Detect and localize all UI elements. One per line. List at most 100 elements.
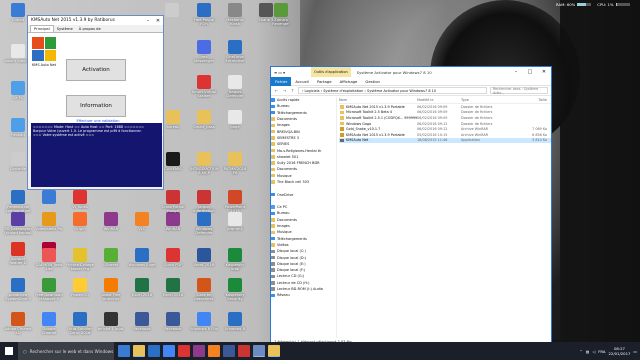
up-icon[interactable]: ↑ [290, 88, 295, 93]
nav-item[interactable]: Réseau [271, 292, 336, 298]
desktop-icon[interactable]: Free Pascal FOR [190, 3, 218, 37]
desktop-icon[interactable]: Windows Edge [128, 248, 156, 282]
ribbon-tab-gestion[interactable]: Gestion [361, 77, 384, 86]
ribbon-tab-partage[interactable]: Partage [313, 77, 336, 86]
desktop-icon[interactable]: Google Chrome [35, 312, 63, 346]
tab-principal[interactable]: Principal [30, 25, 54, 32]
maximize-icon[interactable]: □ [523, 69, 537, 75]
close-icon[interactable]: ✕ [537, 69, 551, 75]
app-icon [228, 75, 242, 89]
desktop-icon[interactable]: Imo Messenger [190, 40, 218, 74]
clock[interactable]: 08:27 22/01/2017 [609, 346, 631, 356]
back-icon[interactable]: ← [274, 88, 279, 93]
language-indicator[interactable]: FRA [598, 349, 605, 354]
desktop-icon[interactable]: Vt Tubes [66, 190, 94, 224]
search-box[interactable]: Rechercher dans : Système Activ... [490, 87, 548, 95]
ribbon-tab-affichage[interactable]: Affichage [336, 77, 362, 86]
desktop-icon[interactable]: Facebook [159, 312, 187, 346]
desktop-icon[interactable]: Nagios Defender [221, 75, 249, 109]
desktop-icon[interactable]: Picture Collage Maker Pro [66, 248, 94, 282]
column-type[interactable]: Type [461, 98, 511, 102]
desktop-icon[interactable]: Acrobat Reader D [4, 242, 32, 276]
taskbar-app-icon[interactable] [148, 345, 160, 357]
desktop-icon[interactable]: Quick PDF [159, 248, 187, 282]
column-date[interactable]: Modifié le [417, 98, 461, 102]
address-bar[interactable]: › Logiciels › Système d'exploitation › S… [298, 87, 487, 94]
desktop-icon[interactable]: Facebook [128, 312, 156, 346]
desktop-icon[interactable]: Kaspersky Security [221, 278, 249, 312]
app-icon [228, 40, 242, 54]
tab-a-propos[interactable]: À propos de [76, 26, 104, 32]
desktop-icon[interactable]: VLC [128, 212, 156, 246]
desktop-icon[interactable]: Free Download Manager 5 [35, 278, 63, 312]
desktop-icon[interactable]: Adobe Cinema 4D [4, 312, 32, 346]
forward-icon[interactable]: → [282, 88, 287, 93]
desktop-icon[interactable]: Ultra Solution Conv. 2016 [66, 312, 94, 346]
desktop-icon[interactable]: OneDrive Entreprise [221, 40, 249, 74]
desktop-icon-label: Facebook [133, 327, 151, 331]
desktop-icon[interactable]: Excel 2016 [159, 278, 187, 312]
ribbon-tab-fichier[interactable]: Fichier [271, 76, 292, 86]
start-button[interactable] [0, 342, 18, 360]
desktop-icon[interactable]: Avast Free Antivirus [97, 278, 125, 312]
desktop-icon[interactable]: WinRAR [97, 212, 125, 246]
desktop-icon[interactable]: 3D Gatewaynn (Kbriad kapaa) [4, 212, 32, 246]
desktop-icon[interactable]: prqmm1 [221, 212, 249, 246]
taskbar-app-icon[interactable] [178, 345, 190, 357]
taskbar-app-icon[interactable] [208, 345, 220, 357]
volume-icon[interactable]: ◁ [592, 349, 595, 354]
kmsauto-titlebar[interactable]: KMSAuto Net 2015 v1.3.9 by Ratiborus – ✕ [28, 16, 163, 25]
explorer-titlebar[interactable]: ≡ ▭ ▾ Outils d'application Système Activ… [271, 67, 551, 77]
information-button[interactable]: Information [66, 95, 126, 117]
quick-access-toolbar[interactable]: ≡ ▭ ▾ [271, 70, 311, 75]
minimize-icon[interactable]: – [509, 69, 523, 75]
desktop-icon[interactable]: Zuma's Revenge! [267, 3, 295, 37]
desktop-icon[interactable]: INTRODUCTION A MCP [190, 152, 219, 186]
desktop-icon[interactable]: Cross Pathdl Rouge [159, 190, 187, 224]
desktop-icon[interactable]: Videolabels Pa. [35, 212, 63, 246]
desktop-icon[interactable]: Windows 8 Flip [190, 312, 218, 346]
taskbar-search[interactable]: ○ Rechercher sur le web et dans Windows [18, 342, 114, 360]
taskbar-app-icon[interactable] [118, 345, 130, 357]
notifications-icon[interactable]: ▭ [633, 349, 637, 354]
desktop-icon[interactable]: uTorrent [97, 248, 125, 282]
desktop-icon[interactable]: PowerISO [66, 278, 94, 312]
desktop-icon[interactable]: Smart_pass [190, 110, 218, 144]
desktop-icon[interactable]: affiché 1 logo. [97, 312, 125, 346]
close-icon[interactable]: ✕ [153, 18, 163, 24]
minimize-icon[interactable]: – [143, 18, 153, 24]
taskbar-app-icon[interactable] [238, 345, 250, 357]
ribbon-tab-accueil[interactable]: Accueil [291, 77, 313, 86]
file-row[interactable]: Gold_Snake_v10.1.7 06/02/2016 09:12 Archiv… [339, 126, 551, 132]
column-name[interactable]: Nom [339, 98, 417, 102]
desktop-icon[interactable]: PATMA 2016 PR [221, 152, 249, 186]
desktop-icon[interactable]: Mechanic Kiosk [221, 3, 249, 37]
file-row[interactable]: KMSAuto Net 18/08/2015 11:46 Application 3 … [339, 137, 551, 144]
taskbar-app-icon[interactable] [193, 345, 205, 357]
desktop-icon[interactable]: page [221, 110, 249, 144]
folder-icon [271, 117, 275, 121]
desktop-icon[interactable]: Kaspersky Total [221, 248, 249, 282]
desktop-icon[interactable]: Lisez en personnes [190, 278, 218, 312]
taskbar-app-icon[interactable] [223, 345, 235, 357]
network-icon[interactable]: ▤ [586, 349, 590, 354]
column-size[interactable]: Taille [511, 98, 548, 102]
desktop-icon[interactable]: Excel 2016 [128, 278, 156, 312]
app-tools-tab[interactable]: Outils d'application [311, 67, 351, 77]
taskbar-app-icon[interactable] [253, 345, 265, 357]
desktop-icon-label: Mechanic Kiosk [226, 18, 244, 27]
app-icon [11, 242, 25, 256]
taskbar-app-icon[interactable] [163, 345, 175, 357]
activation-button[interactable]: Activation [66, 59, 126, 81]
taskbar-app-icon[interactable] [133, 345, 145, 357]
desktop-icon[interactable]: Smart Virtual Stalker [190, 75, 218, 109]
desktop-icon[interactable]: DAEMON Tools Lite [35, 248, 63, 282]
desktop-icon[interactable]: Windows 8 [221, 312, 249, 346]
chevron-up-icon[interactable]: ⌃ [580, 349, 583, 354]
taskbar-app-icon[interactable] [268, 345, 280, 357]
tab-systeme[interactable]: Système [54, 26, 76, 32]
file-row[interactable]: KMSAuto Net 2015 v1.3.9 Portable 05/02/20… [339, 132, 551, 138]
desktop-icon[interactable]: Windows Defender [190, 212, 218, 246]
desktop-icon[interactable]: Word 2016 [190, 248, 218, 282]
desktop-icon[interactable]: Advanced SystemCare 9 [4, 278, 32, 312]
